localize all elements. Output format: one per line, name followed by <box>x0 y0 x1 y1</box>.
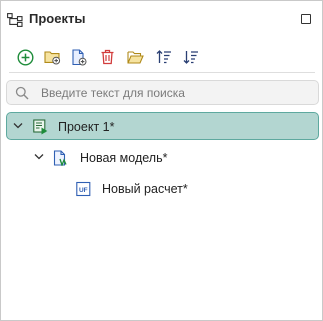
sort-ascending-button[interactable] <box>154 47 174 67</box>
trash-icon <box>101 49 113 65</box>
panel-title: Проекты <box>29 11 86 26</box>
toolbar-divider <box>9 72 315 73</box>
tree-node-model[interactable]: Новая модель* <box>6 144 319 172</box>
chevron-down-icon[interactable] <box>13 122 23 130</box>
model-icon <box>53 150 67 166</box>
calculation-badge: UF <box>79 187 88 194</box>
project-tree-icon <box>7 13 23 27</box>
tree-node-project[interactable]: Проект 1* <box>6 112 319 140</box>
toolbar <box>1 45 322 69</box>
chevron-down-icon[interactable] <box>34 153 44 161</box>
plus-circle-icon <box>16 48 34 66</box>
folder-open-icon <box>126 50 144 64</box>
tree-node-label: Проект 1* <box>58 120 115 134</box>
open-folder-button[interactable] <box>125 47 145 67</box>
add-button[interactable] <box>15 47 35 67</box>
tree-node-calculation[interactable]: UF Новый расчет* <box>6 175 319 203</box>
tree-node-label: Новый расчет* <box>102 182 188 196</box>
search-icon <box>15 86 29 100</box>
new-folder-button[interactable] <box>42 47 62 67</box>
search-box <box>6 80 319 105</box>
new-file-button[interactable] <box>69 47 89 67</box>
file-add-icon <box>72 48 87 66</box>
search-input[interactable] <box>41 84 311 101</box>
maximize-icon[interactable] <box>301 14 311 24</box>
folder-add-icon <box>43 51 60 65</box>
calculation-icon: UF <box>76 181 91 197</box>
delete-button[interactable] <box>97 47 117 67</box>
sort-descending-icon <box>183 51 198 64</box>
sort-ascending-icon <box>156 50 171 64</box>
projects-panel: Проекты Введите текст для поиска Проект … <box>0 0 323 321</box>
tree-node-label: Новая модель* <box>80 151 168 165</box>
panel-header: Проекты <box>1 1 322 37</box>
sort-descending-button[interactable] <box>181 47 201 67</box>
project-icon <box>33 119 48 135</box>
